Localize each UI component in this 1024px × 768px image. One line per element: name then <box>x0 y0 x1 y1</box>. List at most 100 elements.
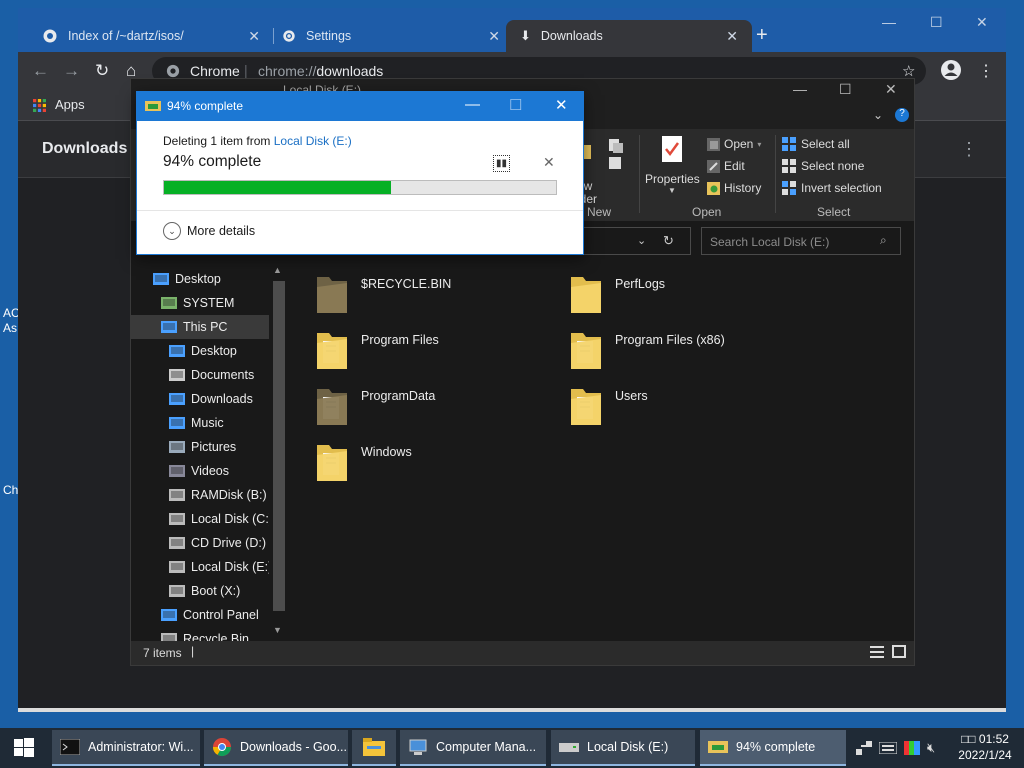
back-icon[interactable]: ← <box>32 61 49 81</box>
taskbar-button[interactable]: 94% complete <box>700 730 846 766</box>
open-button[interactable]: Open ▾ <box>707 137 761 151</box>
refresh-icon[interactable]: ↻ <box>663 233 674 249</box>
desktop-icon-label-fragment: Ch <box>3 483 19 497</box>
large-icons-view-icon[interactable] <box>892 645 906 658</box>
network-icon[interactable] <box>856 741 872 755</box>
select-all-button[interactable]: Select all <box>782 137 850 151</box>
profile-avatar-icon[interactable] <box>940 59 962 81</box>
search-input[interactable]: Search Local Disk (E:) ⌕ <box>701 227 901 255</box>
apps-grid-icon[interactable] <box>33 99 46 112</box>
clock-date: 2022/1/24 <box>958 748 1012 762</box>
sidebar-item-desktop[interactable]: Desktop <box>131 267 269 291</box>
close-icon[interactable]: ✕ <box>726 28 738 45</box>
sidebar-item-videos[interactable]: Videos <box>131 459 269 483</box>
folder-item[interactable]: Windows <box>315 441 412 483</box>
edit-button[interactable]: Edit <box>707 159 745 173</box>
downloads-menu-icon[interactable]: ⋮ <box>960 139 978 160</box>
folder-name: Windows <box>361 445 412 459</box>
folder-icon <box>569 329 603 371</box>
folder-item[interactable]: Program Files <box>315 329 439 371</box>
taskbar-button[interactable]: Local Disk (E:) <box>551 730 695 766</box>
apps-bookmark[interactable]: Apps <box>55 97 85 112</box>
properties-button[interactable]: Properties ▼ <box>645 135 700 197</box>
help-icon[interactable]: ? <box>895 108 909 122</box>
minimize-button[interactable]: — <box>465 96 480 113</box>
pictures-icon <box>169 440 185 454</box>
sidebar-item-local-disk-e[interactable]: Local Disk (E:) <box>131 555 272 579</box>
cancel-operation-button[interactable]: ✕ <box>543 154 555 171</box>
sidebar-item-label: Desktop <box>175 272 221 286</box>
close-window-button[interactable]: ✕ <box>976 14 988 31</box>
close-icon[interactable]: ✕ <box>488 28 500 45</box>
pause-button[interactable]: ▮▮ <box>493 155 510 172</box>
close-window-button[interactable]: ✕ <box>885 81 897 98</box>
pause-icon: ▮▮ <box>495 158 507 169</box>
history-button[interactable]: History <box>707 181 761 195</box>
download-icon: ⬇ <box>520 28 531 43</box>
folder-item[interactable]: Program Files (x86) <box>569 329 725 371</box>
edit-icon <box>707 159 720 173</box>
new-tab-button[interactable]: + <box>756 24 768 47</box>
sidebar-item-system[interactable]: SYSTEM <box>131 291 269 315</box>
folder-item[interactable]: Users <box>569 385 648 427</box>
sidebar-item-downloads[interactable]: Downloads <box>131 387 269 411</box>
scroll-down-icon[interactable]: ▼ <box>273 625 282 635</box>
control-panel-icon <box>161 608 177 622</box>
minimize-button[interactable]: — <box>793 81 807 97</box>
tab-settings[interactable]: Settings ✕ <box>268 20 514 52</box>
select-all-icon <box>782 137 796 151</box>
forward-icon[interactable]: → <box>63 61 80 81</box>
omnibox-site-name: Chrome <box>190 63 240 79</box>
sidebar-item-boot-x[interactable]: Boot (X:) <box>131 579 269 603</box>
documents-icon <box>169 368 185 382</box>
nav-scroll-thumb[interactable] <box>273 281 285 611</box>
taskbar-button[interactable]: Administrator: Wi... <box>52 730 200 766</box>
details-view-icon[interactable] <box>870 646 884 658</box>
invert-selection-button[interactable]: Invert selection <box>782 181 882 195</box>
reload-icon[interactable]: ↻ <box>95 61 109 81</box>
maximize-button[interactable]: ☐ <box>930 14 943 31</box>
tab-downloads[interactable]: ⬇ Downloads ✕ <box>506 20 752 52</box>
maximize-button[interactable]: ☐ <box>839 81 852 98</box>
minimize-button[interactable]: — <box>882 14 896 30</box>
computer-management-icon <box>408 738 428 756</box>
taskbar-button[interactable]: Downloads - Goo... <box>204 730 348 766</box>
keyboard-icon[interactable] <box>879 742 897 754</box>
clock[interactable]: □□ 01:52 2022/1/24 <box>950 731 1020 763</box>
address-bar[interactable]: ⌄ ↻ <box>571 227 691 255</box>
close-dialog-button[interactable]: ✕ <box>555 96 568 114</box>
taskbar-button[interactable] <box>352 730 396 766</box>
sidebar-item-this-pc[interactable]: This PC <box>131 315 269 339</box>
chevron-down-icon[interactable]: ⌄ <box>637 234 646 247</box>
chrome-menu-icon[interactable]: ⋮ <box>978 61 994 81</box>
cd-drive-icon <box>169 536 185 550</box>
sidebar-item-desktop[interactable]: Desktop <box>131 339 269 363</box>
new-item-icon[interactable] <box>607 137 629 171</box>
more-details-toggle[interactable]: ⌄ More details <box>163 222 255 240</box>
location-link[interactable]: Local Disk (E:) <box>274 134 352 148</box>
color-app-icon[interactable] <box>904 741 920 755</box>
volume-muted-icon[interactable]: 🔇︎ <box>927 740 935 756</box>
sidebar-item-recycle-bin[interactable]: Recycle Bin <box>131 627 269 641</box>
pc-icon <box>161 320 177 334</box>
sidebar-item-music[interactable]: Music <box>131 411 269 435</box>
folder-item[interactable]: ProgramData <box>315 385 435 427</box>
scroll-up-icon[interactable]: ▲ <box>273 265 282 275</box>
chevron-down-icon[interactable]: ⌄ <box>873 108 883 122</box>
folder-item[interactable]: $RECYCLE.BIN <box>315 273 451 315</box>
sidebar-item-label: Music <box>191 416 224 430</box>
sidebar-item-pictures[interactable]: Pictures <box>131 435 269 459</box>
tab-index-of-isos[interactable]: Index of /~dartz/isos/ ✕ <box>28 20 274 52</box>
taskbar-button[interactable]: Computer Mana... <box>400 730 546 766</box>
sidebar-item-label: Videos <box>191 464 229 478</box>
sidebar-item-cd-drive-d[interactable]: CD Drive (D:) <box>131 531 269 555</box>
sidebar-item-documents[interactable]: Documents <box>131 363 269 387</box>
start-button[interactable] <box>0 728 48 768</box>
sidebar-item-control-panel[interactable]: Control Panel <box>131 603 269 627</box>
close-icon[interactable]: ✕ <box>248 28 260 45</box>
chevron-down-icon: ⌄ <box>163 222 181 240</box>
sidebar-item-ramdisk-b[interactable]: RAMDisk (B:) <box>131 483 269 507</box>
select-none-button[interactable]: Select none <box>782 159 864 173</box>
folder-item[interactable]: PerfLogs <box>569 273 665 315</box>
sidebar-item-local-disk-c[interactable]: Local Disk (C:) <box>131 507 273 531</box>
